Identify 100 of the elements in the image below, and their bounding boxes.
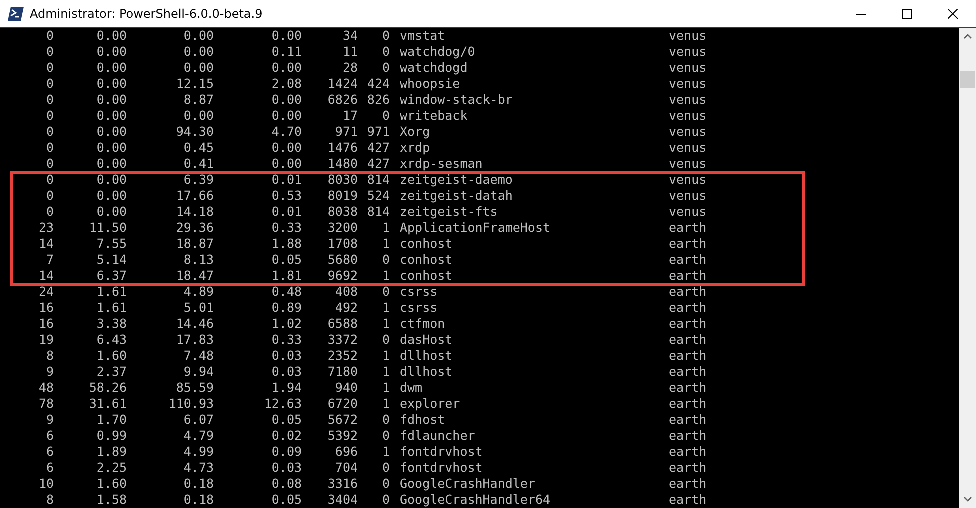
value-cell-text: 0.00 (96, 204, 127, 220)
scroll-up-icon[interactable] (964, 34, 972, 39)
pid-cell-text: 6 (45, 444, 54, 460)
value-cell-text: 0.03 (270, 364, 302, 380)
value-cell: 814 (367, 172, 390, 188)
maximize-icon (902, 8, 912, 18)
value-cell-text: 3200 (326, 220, 358, 236)
host-name: earth (669, 300, 708, 316)
process-name: conhost (399, 236, 454, 252)
scrollbar[interactable] (959, 28, 976, 508)
value-cell: 524 (367, 188, 390, 204)
pid-cell-text: 6 (45, 428, 54, 444)
host-name: venus (669, 188, 708, 204)
process-name: zeitgeist-fts (399, 204, 499, 220)
value-cell: 1 (382, 316, 390, 332)
value-cell-text: 0.00 (96, 28, 127, 44)
value-cell-text: 3404 (326, 492, 358, 508)
value-cell-text: 0.03 (270, 348, 302, 364)
value-cell-text: 14.46 (175, 316, 214, 332)
value-cell: 814 (367, 204, 390, 220)
value-cell: 0 (382, 412, 390, 428)
host-name: earth (669, 236, 708, 252)
value-cell-text: 1.81 (270, 268, 302, 284)
process-name: conhost (399, 268, 454, 284)
process-name: watchdog/0 (399, 44, 476, 60)
value-cell-text: 0.00 (96, 156, 127, 172)
close-icon (948, 8, 958, 18)
pid-cell-text: 24 (38, 284, 54, 300)
value-cell: 1 (382, 380, 390, 396)
value-cell-text: 0.00 (96, 140, 127, 156)
value-cell-text: 0.33 (270, 220, 302, 236)
process-name: GoogleCrashHandler (399, 476, 536, 492)
host-name: venus (669, 156, 708, 172)
value-cell-text: 0.33 (270, 332, 302, 348)
value-cell-text: 17.66 (175, 188, 214, 204)
process-name: zeitgeist-daemo (399, 172, 514, 188)
value-cell-text: 6.07 (182, 412, 214, 428)
host-name: earth (669, 252, 708, 268)
pid-cell-text: 10 (38, 476, 54, 492)
host-name: earth (669, 380, 708, 396)
value-cell-text: 8.13 (182, 252, 214, 268)
value-cell-text: 0.45 (182, 140, 214, 156)
host-name: earth (669, 428, 708, 444)
value-cell: 1 (382, 396, 390, 412)
value-cell-text: 110.93 (168, 396, 214, 412)
value-cell: 0 (382, 428, 390, 444)
value-cell-text: 0.00 (96, 188, 127, 204)
value-cell-text: 0.00 (96, 60, 127, 76)
value-cell: 1 (382, 364, 390, 380)
value-cell-text: 704 (334, 460, 358, 476)
value-cell-text: 85.59 (175, 380, 214, 396)
process-name: GoogleCrashHandler64 (399, 492, 552, 508)
scrollbar-thumb[interactable] (960, 71, 975, 88)
value-cell-text: 1.58 (96, 492, 127, 508)
value-cell-text: 18.87 (175, 236, 214, 252)
value-cell-text: 0.03 (270, 460, 302, 476)
value-cell-text: 0.01 (270, 204, 302, 220)
value-cell: 1 (382, 236, 390, 252)
host-name: venus (669, 140, 708, 156)
pid-cell-text: 7 (45, 252, 54, 268)
value-cell-text: 8030 (326, 172, 358, 188)
pid-cell-text: 16 (38, 316, 54, 332)
value-cell-text: 0.48 (270, 284, 302, 300)
host-name: venus (669, 28, 708, 44)
pid-cell-text: 48 (38, 380, 54, 396)
pid-cell-text: 0 (45, 124, 54, 140)
value-cell-text: 0.41 (182, 156, 214, 172)
value-cell-text: 8038 (326, 204, 358, 220)
value-cell-text: 8019 (326, 188, 358, 204)
value-cell-text: 4.89 (182, 284, 214, 300)
process-name: xrdp (399, 140, 432, 156)
host-name: earth (669, 332, 708, 348)
value-cell-text: 0.89 (270, 300, 302, 316)
value-cell: 1 (382, 444, 390, 460)
value-cell-text: 4.73 (182, 460, 214, 476)
pid-cell-text: 14 (38, 236, 54, 252)
value-cell-text: 0.00 (270, 140, 302, 156)
value-cell: 427 (367, 156, 390, 172)
value-cell-text: 0.18 (182, 476, 214, 492)
pid-cell-text: 8 (45, 492, 54, 508)
process-name: writeback (399, 108, 469, 124)
value-cell-text: 31.61 (88, 396, 127, 412)
value-cell-text: 408 (334, 284, 358, 300)
value-cell-text: 1.61 (96, 284, 127, 300)
value-cell-text: 1.88 (270, 236, 302, 252)
value-cell-text: 1480 (326, 156, 358, 172)
pid-cell-text: 19 (38, 332, 54, 348)
process-name: vmstat (399, 28, 446, 44)
value-cell-text: 0.05 (270, 412, 302, 428)
scroll-down-icon[interactable] (964, 497, 972, 502)
process-name: dwm (399, 380, 424, 396)
process-name: csrss (399, 284, 439, 300)
process-name: fontdrvhost (399, 460, 484, 476)
value-cell-text: 5.01 (182, 300, 214, 316)
value-cell-text: 0.02 (270, 428, 302, 444)
value-cell-text: 1.60 (96, 476, 127, 492)
process-name: ctfmon (399, 316, 446, 332)
value-cell-text: 58.26 (88, 380, 127, 396)
value-cell: 427 (367, 140, 390, 156)
value-cell: 424 (367, 76, 390, 92)
